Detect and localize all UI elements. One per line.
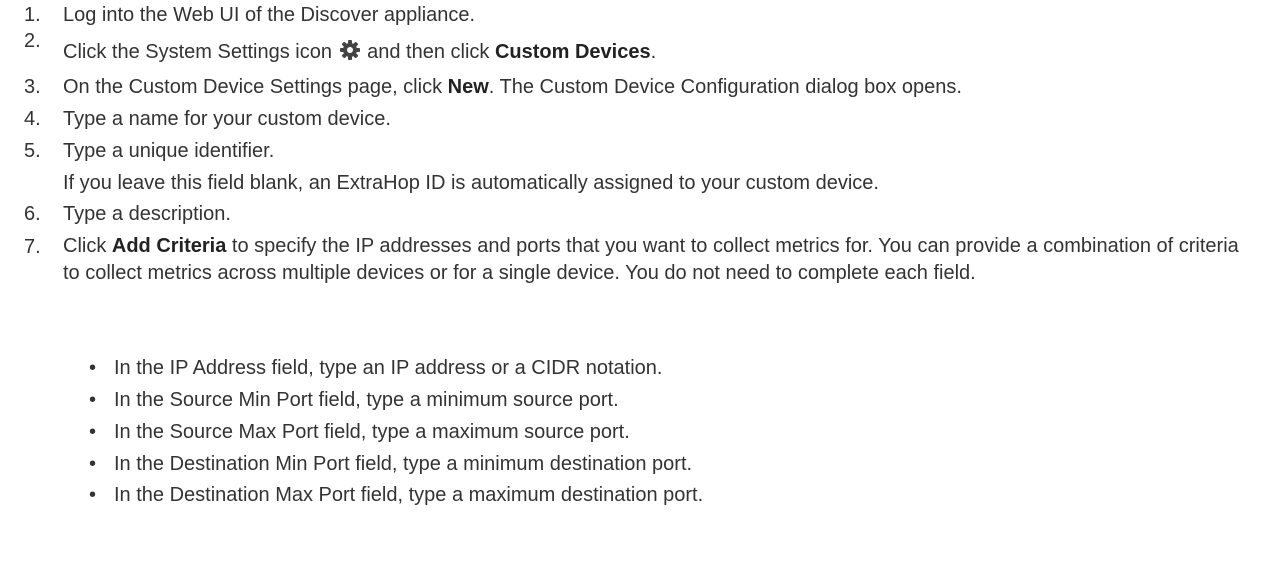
step-5-note: If you leave this field blank, an ExtraH…	[63, 172, 879, 194]
new-label: New	[447, 76, 489, 98]
bullet-text: In the Source Min Port field, type a min…	[114, 389, 619, 411]
bullet-text: In the Destination Max Port field, type …	[114, 484, 704, 506]
step-text: Type a unique identifier.	[63, 140, 275, 162]
bullet-icon: •	[89, 453, 97, 475]
step-number: 2.	[24, 30, 41, 52]
step-number: 5.	[24, 140, 41, 162]
step-text: Click Add Criteria to specify the IP add…	[63, 235, 1239, 284]
bullet-icon: •	[89, 421, 97, 443]
step-text: Click the System Settings icon and then …	[63, 40, 657, 63]
bullet-icon: •	[89, 389, 97, 411]
step-text: On the Custom Device Settings page, clic…	[63, 76, 962, 98]
add-criteria-label: Add Criteria	[111, 235, 227, 257]
bullet-icon: •	[89, 357, 97, 379]
step-number: 6.	[24, 203, 41, 225]
bullet-icon: •	[89, 484, 97, 506]
step-text: Log into the Web UI of the Discover appl…	[63, 4, 476, 26]
step-text: Type a name for your custom device.	[63, 108, 391, 130]
step-number: 7.	[24, 236, 41, 258]
step-number: 1.	[24, 4, 41, 26]
bullet-text: In the Source Max Port field, type a max…	[114, 421, 630, 443]
custom-devices-label: Custom Devices	[494, 41, 651, 63]
instruction-document: 1. Log into the Web UI of the Discover a…	[0, 0, 1274, 575]
bullet-text: In the IP Address field, type an IP addr…	[114, 357, 663, 379]
bullet-text: In the Destination Min Port field, type …	[114, 453, 693, 475]
step-number: 3.	[24, 76, 41, 98]
step-text: Type a description.	[63, 203, 231, 225]
gear-icon	[339, 40, 360, 60]
step-number: 4.	[24, 108, 41, 130]
